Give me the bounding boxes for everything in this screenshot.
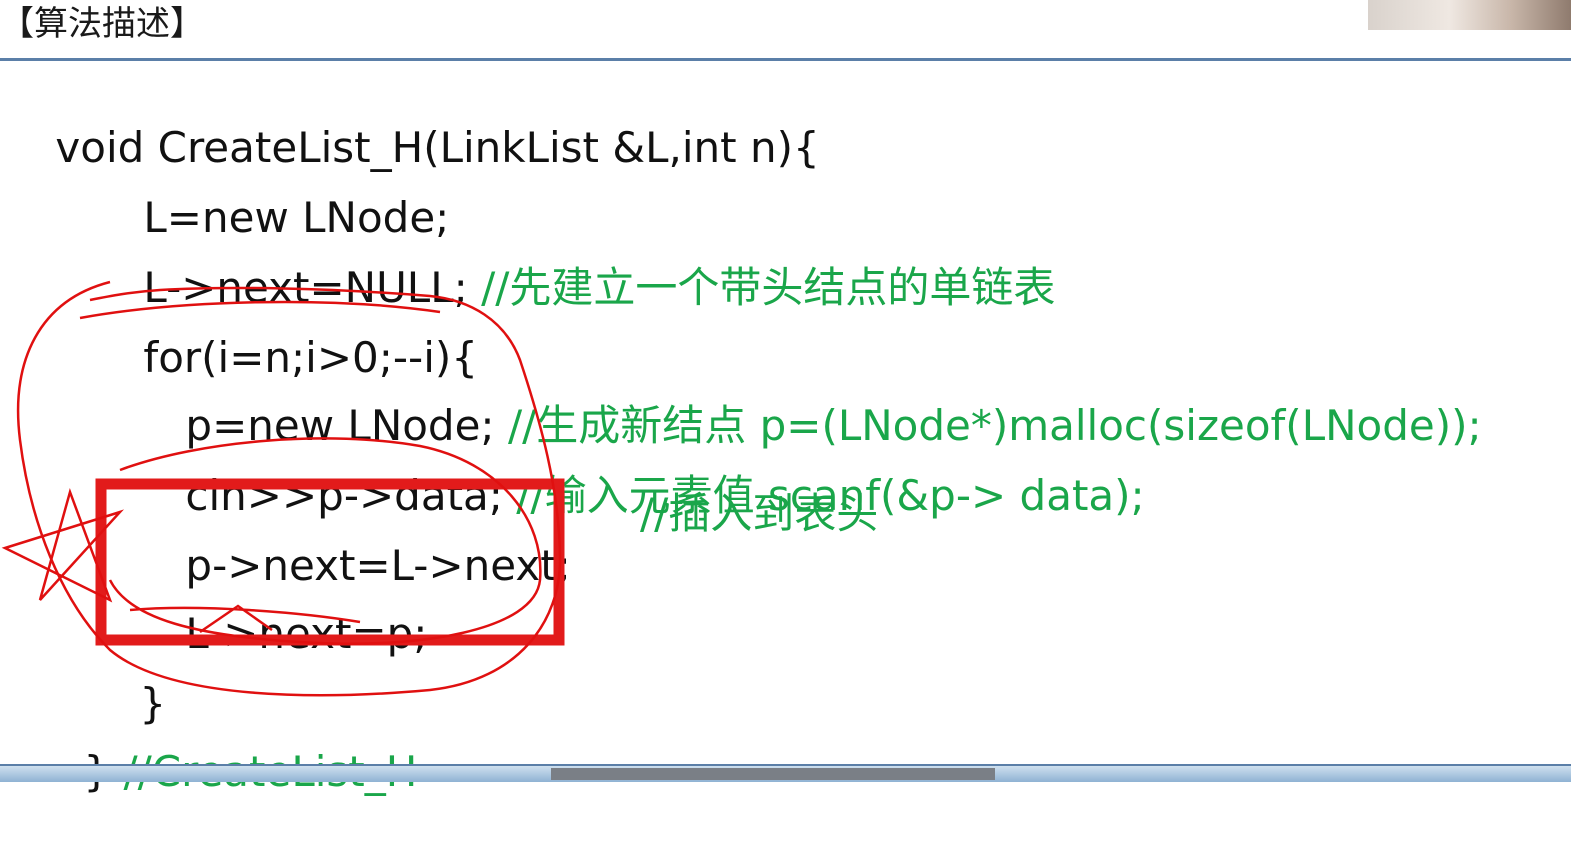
webcam-overlay [1368, 0, 1571, 30]
slide-title: 【算法描述】 [0, 4, 204, 44]
code-text: L->next=p; [185, 609, 428, 658]
slide-header: 【算法描述】 [0, 0, 1571, 58]
code-line-8: L->next=p; [132, 556, 427, 712]
ink-star [1, 487, 125, 603]
scrollbar-thumb[interactable] [551, 768, 995, 780]
code-comment-insert-head: //插入到表头 [640, 489, 879, 538]
header-divider [0, 58, 1571, 61]
code-comment: //先建立一个带头结点的单链表 [481, 263, 1056, 312]
